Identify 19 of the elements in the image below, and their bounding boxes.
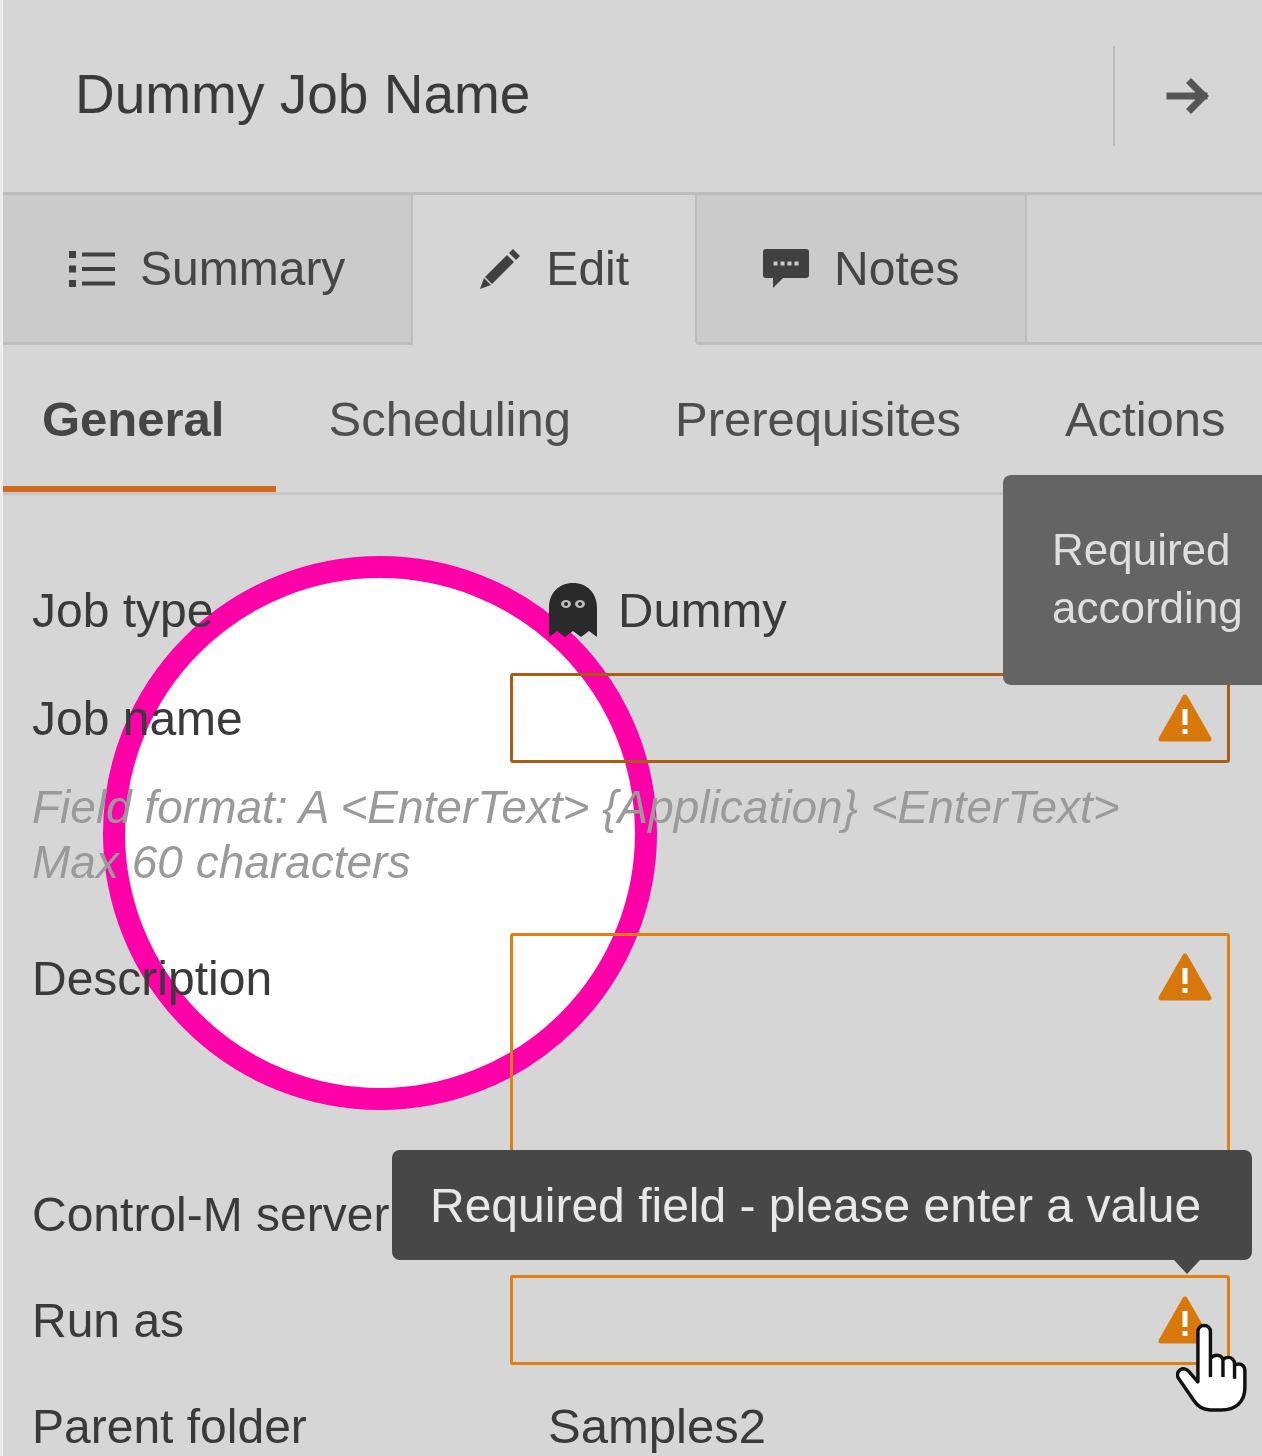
tab[interactable]: Notes	[697, 195, 1028, 345]
field-label: Run as	[32, 1292, 185, 1348]
field-label: Parent folder	[32, 1398, 307, 1454]
field-label: Job type	[32, 582, 214, 638]
pencil-icon	[479, 247, 522, 290]
ghost-icon	[548, 582, 598, 638]
list-icon	[69, 250, 115, 287]
sub-tab[interactable]: General	[3, 345, 277, 492]
sub-tab[interactable]: Scheduling	[276, 345, 623, 492]
field-value: Dummy	[618, 582, 787, 638]
warning-icon	[1158, 694, 1212, 742]
field-value: Samples2	[548, 1398, 766, 1454]
tooltip: Required according	[1003, 475, 1262, 685]
speech-bubble-icon	[763, 249, 810, 288]
tab[interactable]: Summary	[3, 195, 414, 345]
warning-icon	[1158, 953, 1212, 1001]
tooltip: Required field - please enter a value	[392, 1150, 1252, 1274]
job-title: Dummy Job Name	[74, 62, 532, 126]
field-label: Control-M server	[32, 1186, 390, 1242]
